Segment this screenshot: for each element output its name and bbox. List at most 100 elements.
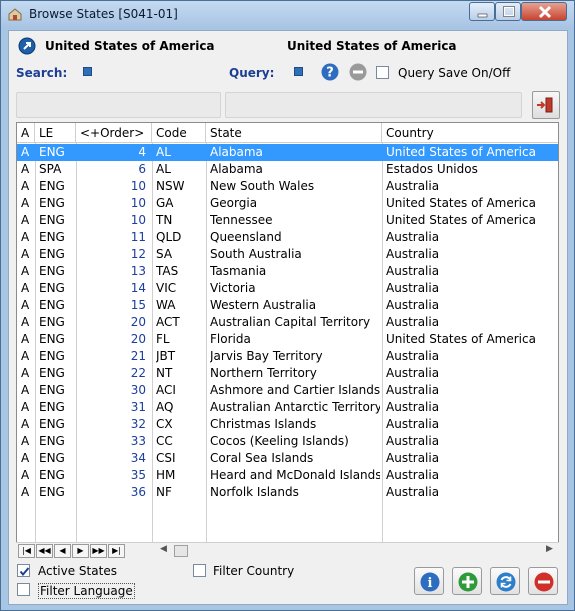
column-header-country[interactable]: Country bbox=[382, 123, 558, 143]
cell-a: A bbox=[21, 230, 30, 244]
browse-states-window: Browse States [S041-01] United States of… bbox=[0, 0, 575, 611]
table-row[interactable]: A ENG 20 ACT Australian Capital Territory Aus… bbox=[17, 314, 558, 331]
cell-order: 14 bbox=[130, 281, 146, 295]
add-icon bbox=[458, 572, 478, 592]
window-title: Browse States [S041-01] bbox=[29, 7, 178, 21]
column-header-a[interactable]: A bbox=[17, 123, 35, 143]
cell-a: A bbox=[21, 162, 30, 176]
table-row[interactable]: A ENG 22 NT Northern Territory Australia bbox=[17, 365, 558, 382]
delete-icon bbox=[534, 572, 554, 592]
cell-a: A bbox=[21, 196, 30, 210]
table-row[interactable]: A ENG 4 AL Alabama United States of America bbox=[17, 144, 558, 161]
filter-country-checkbox[interactable] bbox=[193, 564, 206, 577]
refresh-button[interactable] bbox=[490, 567, 520, 595]
maximize-button[interactable] bbox=[495, 2, 521, 21]
filter-country-label: Filter Country bbox=[213, 564, 295, 578]
cell-code: CC bbox=[156, 434, 173, 448]
cell-code: GA bbox=[156, 196, 174, 210]
minus-gray-icon[interactable] bbox=[349, 63, 367, 81]
cell-country: Australia bbox=[386, 247, 440, 261]
table-row[interactable]: A ENG 36 NF Norfolk Islands Australia bbox=[17, 484, 558, 501]
cell-le: ENG bbox=[39, 434, 65, 448]
table-row[interactable]: A SPA 6 AL Alabama Estados Unidos bbox=[17, 161, 558, 178]
scroll-left-icon[interactable]: ◀ bbox=[160, 544, 167, 554]
next-page-icon[interactable]: ▶▶ bbox=[90, 544, 107, 558]
column-header-state[interactable]: State bbox=[206, 123, 382, 143]
svg-text:i: i bbox=[428, 576, 433, 591]
table-row[interactable]: A ENG 13 TAS Tasmania Australia bbox=[17, 263, 558, 280]
cell-country: Australia bbox=[386, 400, 440, 414]
cell-code: ACT bbox=[156, 315, 180, 329]
close-button[interactable] bbox=[521, 2, 567, 21]
client-area: United States of America United States o… bbox=[8, 30, 568, 605]
cell-le: ENG bbox=[39, 383, 65, 397]
table-row[interactable]: A ENG 34 CSI Coral Sea Islands Australia bbox=[17, 450, 558, 467]
cell-code: QLD bbox=[156, 230, 182, 244]
minimize-button[interactable] bbox=[469, 2, 495, 21]
cell-country: Australia bbox=[386, 230, 440, 244]
horizontal-scroll-thumb[interactable] bbox=[174, 545, 188, 557]
cell-country: Estados Unidos bbox=[386, 162, 478, 176]
query-save-checkbox[interactable] bbox=[376, 66, 389, 79]
table-row[interactable]: A ENG 15 WA Western Australia Australia bbox=[17, 297, 558, 314]
grid-navigation-bar: |◀ ◀◀ ◀ ▶ ▶▶ ▶| ◀ ▶ bbox=[16, 542, 559, 558]
cell-country: United States of America bbox=[386, 145, 536, 159]
table-row[interactable]: A ENG 20 FL Florida United States of America bbox=[17, 331, 558, 348]
previous-page-icon[interactable]: ◀◀ bbox=[36, 544, 53, 558]
cell-state: Victoria bbox=[210, 281, 256, 295]
app-icon bbox=[8, 8, 22, 21]
delete-button[interactable] bbox=[528, 567, 558, 595]
table-row[interactable]: A ENG 21 JBT Jarvis Bay Territory Australia bbox=[17, 348, 558, 365]
table-row[interactable]: A ENG 10 TN Tennessee United States of Americ… bbox=[17, 212, 558, 229]
cell-le: ENG bbox=[39, 349, 65, 363]
table-row[interactable]: A ENG 10 GA Georgia United States of America bbox=[17, 195, 558, 212]
go-arrow-icon[interactable] bbox=[18, 37, 36, 55]
cell-country: Australia bbox=[386, 468, 440, 482]
states-grid[interactable]: A LE <+Order> Code State Country A ENG 4 AL… bbox=[16, 122, 559, 558]
cell-le: ENG bbox=[39, 485, 65, 499]
cell-a: A bbox=[21, 485, 30, 499]
cell-code: CSI bbox=[156, 451, 176, 465]
column-header-order[interactable]: <+Order> bbox=[76, 123, 152, 143]
cell-a: A bbox=[21, 298, 30, 312]
cell-state: Christmas Islands bbox=[210, 417, 317, 431]
table-row[interactable]: A ENG 31 AQ Australian Antarctic Territory Au… bbox=[17, 399, 558, 416]
title-bar[interactable]: Browse States [S041-01] bbox=[1, 1, 574, 29]
cell-code: WA bbox=[156, 298, 176, 312]
filter-language-checkbox[interactable] bbox=[17, 583, 30, 596]
cell-le: ENG bbox=[39, 196, 65, 210]
cell-code: ACI bbox=[156, 383, 176, 397]
table-row[interactable]: A ENG 32 CX Christmas Islands Australia bbox=[17, 416, 558, 433]
query-input[interactable] bbox=[225, 92, 522, 118]
add-button[interactable] bbox=[452, 567, 482, 595]
column-header-le[interactable]: LE bbox=[35, 123, 76, 143]
cell-country: Australia bbox=[386, 451, 440, 465]
table-row[interactable]: A ENG 12 SA South Australia Australia bbox=[17, 246, 558, 263]
search-indicator bbox=[83, 67, 92, 76]
cell-order: 33 bbox=[130, 434, 146, 448]
cell-order: 36 bbox=[130, 485, 146, 499]
scroll-right-icon[interactable]: ▶ bbox=[546, 544, 553, 554]
cell-state: Tennessee bbox=[210, 213, 273, 227]
table-row[interactable]: A ENG 11 QLD Queensland Australia bbox=[17, 229, 558, 246]
next-record-icon[interactable]: ▶ bbox=[72, 544, 89, 558]
active-states-checkbox[interactable] bbox=[17, 564, 30, 577]
first-record-icon[interactable]: |◀ bbox=[18, 544, 35, 558]
table-row[interactable]: A ENG 10 NSW New South Wales Australia bbox=[17, 178, 558, 195]
previous-record-icon[interactable]: ◀ bbox=[54, 544, 71, 558]
help-icon[interactable]: ? bbox=[321, 63, 339, 81]
search-label: Search: bbox=[16, 66, 68, 80]
info-button[interactable]: i bbox=[414, 567, 444, 595]
cell-order: 6 bbox=[138, 162, 146, 176]
table-row[interactable]: A ENG 30 ACI Ashmore and Cartier Islands Aust… bbox=[17, 382, 558, 399]
table-row[interactable]: A ENG 35 HM Heard and McDonald Islands Austra… bbox=[17, 467, 558, 484]
exit-button[interactable] bbox=[532, 91, 560, 119]
column-header-code[interactable]: Code bbox=[152, 123, 206, 143]
cell-country: United States of America bbox=[386, 332, 536, 346]
cell-country: Australia bbox=[386, 264, 440, 278]
cell-country: Australia bbox=[386, 298, 440, 312]
last-record-icon[interactable]: ▶| bbox=[108, 544, 125, 558]
table-row[interactable]: A ENG 33 CC Cocos (Keeling Islands) Australia bbox=[17, 433, 558, 450]
search-input[interactable] bbox=[16, 92, 221, 118]
table-row[interactable]: A ENG 14 VIC Victoria Australia bbox=[17, 280, 558, 297]
